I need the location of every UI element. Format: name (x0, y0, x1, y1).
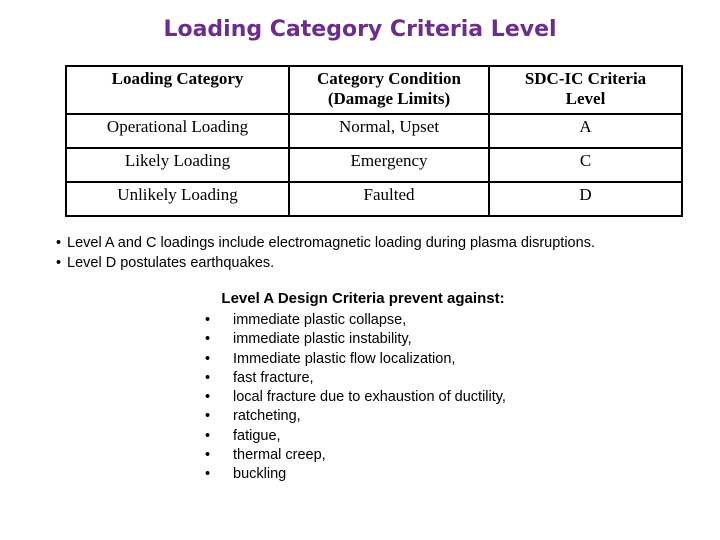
column-header-loading-category-line1: Loading Category (111, 69, 244, 88)
notes-list: • Level A and C loadings include electro… (50, 233, 690, 273)
cell-loading-category: Likely Loading (65, 147, 290, 183)
table-header-row: Loading Category Category Condition (Dam… (65, 65, 683, 115)
cell-sdc-ic-criteria-level: A (488, 113, 683, 149)
cell-category-condition: Emergency (288, 147, 490, 183)
criteria-item-text: immediate plastic collapse, (233, 312, 407, 328)
column-header-sdc-ic-criteria-level-line2: Level (565, 89, 606, 108)
level-a-criteria-section: Level A Design Criteria prevent against:… (0, 289, 720, 485)
table-header: Loading Category Category Condition (Dam… (65, 65, 683, 115)
bullet-icon: • (55, 255, 62, 271)
column-header-sdc-ic-criteria-level-line1: SDC-IC Criteria (524, 69, 647, 88)
list-item: • Level D postulates earthquakes. (50, 253, 690, 273)
list-item: • Immediate plastic flow localization, (205, 350, 720, 369)
bullet-icon: • (205, 408, 211, 425)
cell-category-condition: Normal, Upset (288, 113, 490, 149)
cell-loading-category: Operational Loading (65, 113, 290, 149)
bullet-icon: • (205, 466, 211, 483)
table-row: Operational Loading Normal, Upset A (65, 113, 683, 149)
list-item: • buckling (205, 465, 720, 484)
level-a-criteria-heading: Level A Design Criteria prevent against: (221, 290, 505, 307)
list-item: • local fracture due to exhaustion of du… (205, 388, 720, 407)
column-header-sdc-ic-criteria-level: SDC-IC Criteria Level (488, 65, 683, 115)
note-text: Level A and C loadings include electroma… (67, 235, 595, 251)
list-item: • immediate plastic collapse, (205, 311, 720, 330)
bullet-icon: • (55, 235, 62, 251)
criteria-item-text: fatigue, (233, 427, 281, 444)
list-item: • immediate plastic instability, (205, 330, 720, 349)
bullet-icon: • (205, 369, 211, 386)
level-a-criteria-list: • immediate plastic collapse, • immediat… (0, 311, 720, 485)
table-row: Likely Loading Emergency C (65, 147, 683, 183)
criteria-item-text: immediate plastic instability, (233, 331, 412, 348)
page-title: Loading Category Criteria Level (163, 17, 557, 42)
bullet-icon: • (205, 331, 211, 348)
criteria-table-container: Loading Category Category Condition (Dam… (65, 65, 683, 217)
list-item: • Level A and C loadings include electro… (50, 233, 690, 253)
column-header-category-condition: Category Condition (Damage Limits) (288, 65, 490, 115)
list-item: • ratcheting, (205, 407, 720, 426)
list-item: • thermal creep, (205, 446, 720, 465)
cell-category-condition: Faulted (288, 181, 490, 217)
cell-sdc-ic-criteria-level: D (488, 181, 683, 217)
bullet-icon: • (205, 389, 211, 406)
list-item: • fatigue, (205, 427, 720, 446)
bullet-icon: • (205, 447, 211, 464)
table-body: Operational Loading Normal, Upset A Like… (65, 113, 683, 217)
criteria-item-text: fast fracture, (233, 369, 314, 386)
note-text: Level D postulates earthquakes. (67, 255, 275, 271)
bullet-icon: • (205, 312, 211, 328)
bullet-icon: • (205, 350, 211, 367)
column-header-category-condition-line2: (Damage Limits) (327, 89, 451, 108)
column-header-loading-category: Loading Category (65, 65, 290, 115)
criteria-item-text: thermal creep, (233, 447, 326, 464)
loading-category-criteria-table: Loading Category Category Condition (Dam… (65, 65, 683, 217)
criteria-item-text: Immediate plastic flow localization, (233, 350, 456, 367)
cell-sdc-ic-criteria-level: C (488, 147, 683, 183)
criteria-item-text: local fracture due to exhaustion of duct… (233, 389, 506, 406)
bullet-icon: • (205, 427, 211, 444)
criteria-item-text: buckling (233, 466, 287, 483)
table-row: Unlikely Loading Faulted D (65, 181, 683, 217)
criteria-item-text: ratcheting, (233, 408, 301, 425)
list-item: • fast fracture, (205, 369, 720, 388)
column-header-category-condition-line1: Category Condition (316, 69, 462, 88)
cell-loading-category: Unlikely Loading (65, 181, 290, 217)
